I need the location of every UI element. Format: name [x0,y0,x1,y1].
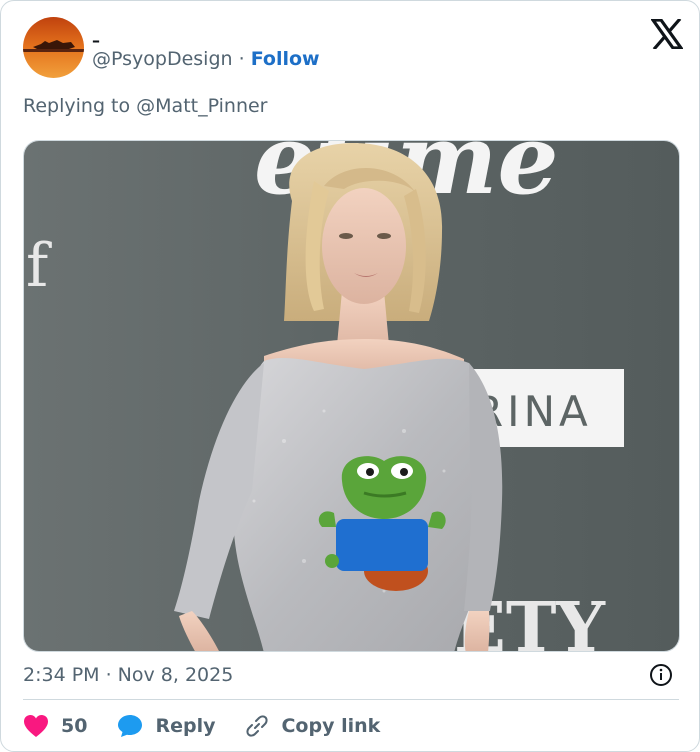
tweet-header: – @PsyopDesign · Follow [23,17,683,79]
speech-bubble-icon [118,715,143,737]
follow-button[interactable]: Follow [251,48,320,70]
reply-button[interactable]: Reply [117,714,215,738]
display-name[interactable]: – [92,33,320,47]
media-photo: etime RINA ETY f [24,141,679,651]
reply-label: Reply [155,715,216,737]
link-icon [246,715,269,737]
tweet-media[interactable]: etime RINA ETY f [23,140,680,652]
replying-to: Replying to @Matt_Pinner [23,93,268,119]
handle-separator: · [232,48,251,70]
face [322,188,406,304]
backdrop-text-left: f [26,231,52,301]
tweet-card: – @PsyopDesign · Follow Replying to @Mat… [0,0,700,752]
tweet-actions: 50 Reply Copy link [23,711,410,741]
like-count: 50 [61,715,88,737]
avatar[interactable] [23,17,84,78]
like-button[interactable]: 50 [23,714,87,738]
copy-link-button[interactable]: Copy link [245,714,380,738]
avatar-image [23,17,84,78]
handle-line: @PsyopDesign · Follow [92,47,320,71]
replying-mention[interactable]: @Matt_Pinner [136,95,267,117]
divider [23,699,679,700]
heart-icon [24,715,48,737]
replying-prefix: Replying to [23,95,137,117]
author-names: – @PsyopDesign · Follow [92,33,320,71]
tweet-timestamp[interactable]: 2:34 PM · Nov 8, 2025 [23,662,233,688]
x-logo-icon[interactable] [651,19,683,49]
author-handle[interactable]: @PsyopDesign [92,48,233,70]
copy-link-label: Copy link [281,715,381,737]
info-icon[interactable] [649,663,673,687]
